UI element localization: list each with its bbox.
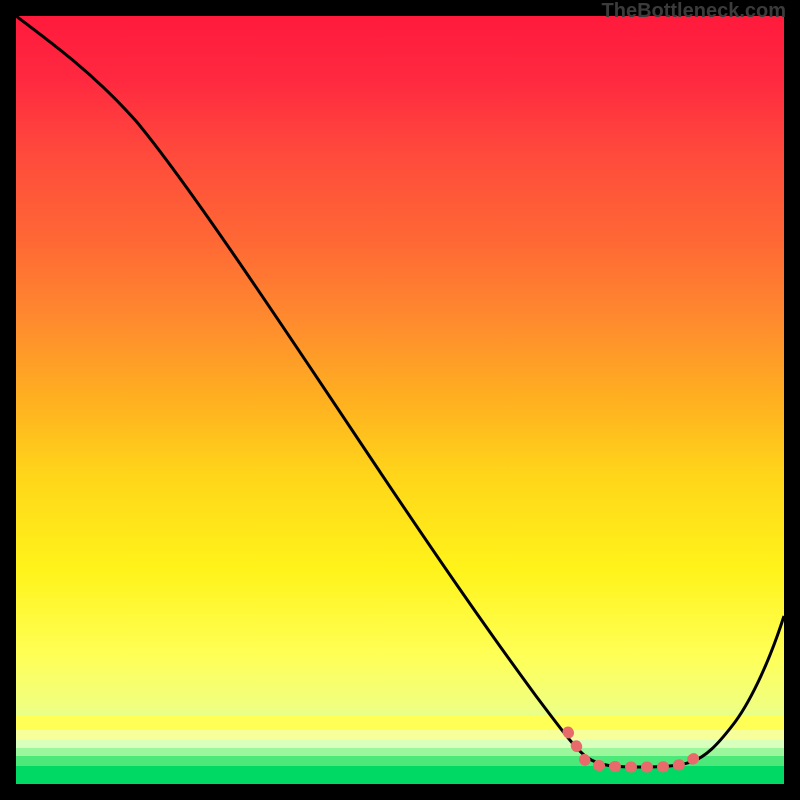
source-attribution: TheBottleneck.com [602, 0, 786, 23]
plot-area [16, 16, 784, 784]
optimal-zone-marker [568, 732, 700, 767]
bottleneck-curve [16, 16, 784, 767]
curve-overlay [16, 16, 784, 784]
